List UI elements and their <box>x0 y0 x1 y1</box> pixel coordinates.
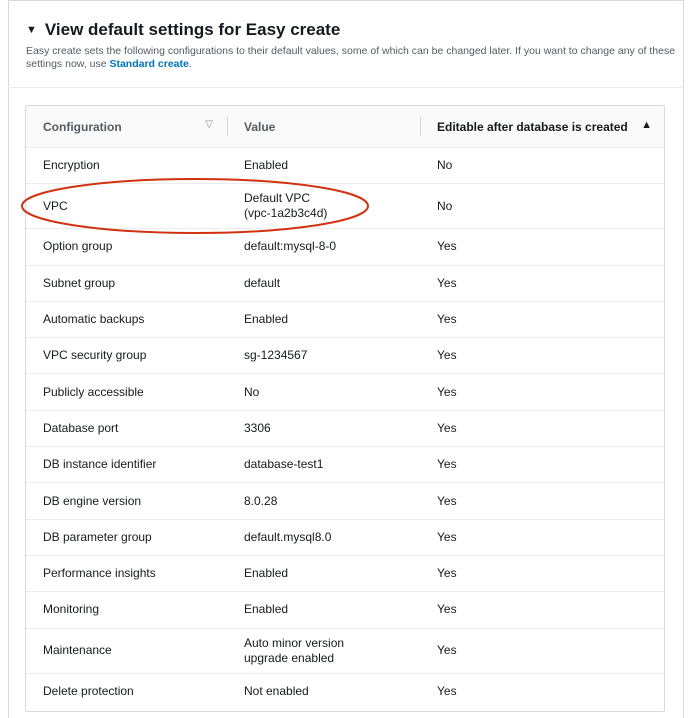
cell-configuration: Delete protection <box>43 683 134 698</box>
cell-value: default.mysql8.0 <box>227 519 420 556</box>
cell-configuration: Encryption <box>26 147 227 185</box>
column-header-configuration[interactable]: Configuration ▽ <box>26 106 227 148</box>
cell-editable: No <box>420 147 664 185</box>
cell-value: Enabled <box>227 555 420 593</box>
table-row: DB engine version 8.0.28 Yes <box>26 482 664 520</box>
cell-configuration: Automatic backups <box>26 301 227 339</box>
cell-editable: Yes <box>420 519 664 556</box>
cell-value: database-test1 <box>227 446 420 484</box>
cell-value: sg-1234567 <box>227 337 420 375</box>
column-header-value[interactable]: Value <box>227 106 420 148</box>
table-row: Maintenance Auto minor version upgrade ena… <box>26 628 664 674</box>
expandable-section-toggle[interactable]: ▼ View default settings for Easy create <box>26 20 676 40</box>
cell-configuration: VPC <box>26 183 227 230</box>
cell-editable: Yes <box>420 628 664 674</box>
cell-editable: Yes <box>420 265 664 302</box>
column-separator <box>420 116 421 136</box>
cell-value: Not enabled <box>244 683 309 698</box>
cell-configuration: Database port <box>26 410 227 448</box>
column-header-editable[interactable]: Editable after database is created ▲ <box>420 106 664 148</box>
cell-editable: Yes <box>420 482 664 520</box>
cell-editable: Yes <box>420 301 664 339</box>
cell-editable: Yes <box>437 683 457 698</box>
cell-value: Enabled <box>227 301 420 339</box>
cell-configuration: Subnet group <box>26 265 227 302</box>
cell-value: 3306 <box>227 410 420 448</box>
table-row: Option group default:mysql-8-0 Yes <box>26 228 664 266</box>
table-row: Automatic backups Enabled Yes <box>26 301 664 339</box>
caret-down-icon[interactable]: ▼ <box>26 24 37 36</box>
cell-configuration: Publicly accessible <box>26 373 227 411</box>
cell-value: No <box>227 373 420 411</box>
cell-editable: Yes <box>420 228 664 266</box>
cell-configuration: DB parameter group <box>26 519 227 556</box>
table-row: Database port 3306 Yes <box>26 410 664 448</box>
cell-value: Enabled <box>227 147 420 185</box>
cell-value: Default VPC (vpc-1a2b3c4d) <box>227 183 420 230</box>
table-row: Subnet group default Yes <box>26 265 664 302</box>
table-row: VPC security group sg-1234567 Yes <box>26 337 664 375</box>
cell-editable: Yes <box>420 410 664 448</box>
section-header: ▼ View default settings for Easy create … <box>26 20 676 71</box>
section-title[interactable]: View default settings for Easy create <box>45 20 340 40</box>
cell-value: default:mysql-8-0 <box>227 228 420 266</box>
divider <box>8 87 684 88</box>
table-row: Monitoring Enabled Yes <box>26 591 664 629</box>
cell-editable: Yes <box>420 446 664 484</box>
cell-editable: Yes <box>420 337 664 375</box>
table-row: Publicly accessible No Yes <box>26 373 664 411</box>
cell-configuration: Maintenance <box>26 628 227 674</box>
default-settings-table: Configuration ▽ Value Editable after dat… <box>25 105 665 712</box>
cell-editable: No <box>420 183 664 230</box>
table-row: VPC Default VPC (vpc-1a2b3c4d) No <box>26 183 664 230</box>
cell-configuration: Monitoring <box>26 591 227 629</box>
cell-value: Auto minor version upgrade enabled <box>227 628 420 674</box>
column-separator <box>227 116 228 136</box>
cell-configuration: Option group <box>26 228 227 266</box>
cell-configuration: VPC security group <box>26 337 227 375</box>
cell-editable: Yes <box>420 591 664 629</box>
cell-editable: Yes <box>420 555 664 593</box>
standard-create-link[interactable]: Standard create <box>109 58 188 70</box>
cell-configuration: DB instance identifier <box>26 446 227 484</box>
sort-unsorted-icon[interactable]: ▽ <box>205 119 213 130</box>
table-row: Delete protection Not enabled Yes <box>26 673 664 709</box>
sort-ascending-icon[interactable]: ▲ <box>641 119 652 131</box>
table-header-row: Configuration ▽ Value Editable after dat… <box>26 106 664 148</box>
section-description: Easy create sets the following configura… <box>26 45 676 70</box>
cell-value: default <box>227 265 420 302</box>
cell-value: 8.0.28 <box>227 482 420 520</box>
cell-editable: Yes <box>420 373 664 411</box>
table-row: DB parameter group default.mysql8.0 Yes <box>26 519 664 556</box>
table-row: DB instance identifier database-test1 Yes <box>26 446 664 484</box>
table-row: Performance insights Enabled Yes <box>26 555 664 593</box>
cell-value: Enabled <box>227 591 420 629</box>
cell-configuration: Performance insights <box>26 555 227 593</box>
cell-configuration: DB engine version <box>26 482 227 520</box>
table-row: Encryption Enabled No <box>26 147 664 185</box>
